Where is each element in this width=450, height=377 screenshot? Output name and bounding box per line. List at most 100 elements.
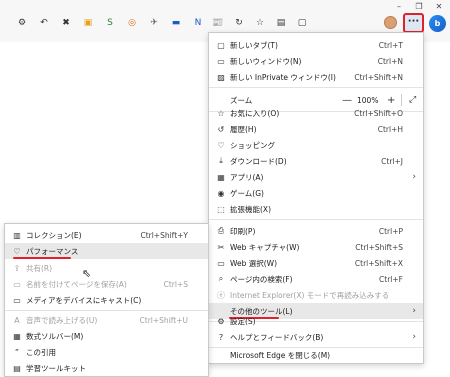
plane-extension-icon[interactable]: ✈	[146, 16, 162, 30]
zoom-in-button[interactable]: +	[387, 95, 395, 106]
submenu-item-collections[interactable]: ▥ コレクション(E) Ctrl+Shift+Y	[5, 227, 208, 243]
menu-item-web-select[interactable]: ▭ Web 選択(W) Ctrl+Shift+X	[209, 255, 423, 271]
download-icon: ⤓	[219, 156, 223, 165]
menu-item-label: ダウンロード(D)	[230, 156, 287, 166]
menu-item-new-window[interactable]: ▭ 新しいウィンドウ(N) Ctrl+N	[209, 53, 423, 69]
menu-divider	[209, 219, 423, 220]
menu-item-label: 学習ツールキット	[26, 363, 86, 373]
n-extension-icon[interactable]: N	[190, 16, 206, 30]
menu-item-extensions[interactable]: ⬚ 拡張機能(X)	[209, 201, 423, 217]
help-icon: ?	[218, 332, 224, 342]
menu-item-label: 数式ソルバー(M)	[26, 331, 84, 341]
web-capture-icon: ✂	[217, 242, 225, 252]
zoom-level: 100%	[357, 95, 379, 105]
menu-item-settings[interactable]: ⚙ 設定(S)	[209, 313, 423, 329]
extensions-icon: ⬚	[217, 204, 225, 214]
x-extension-icon[interactable]: ✖	[58, 16, 74, 30]
menu-item-label: メディアをデバイスにキャスト(C)	[26, 295, 142, 305]
menu-divider	[5, 310, 208, 311]
favorites-icon[interactable]: ☆	[252, 16, 268, 30]
circle-extension-icon[interactable]: ◎	[124, 16, 140, 30]
menu-item-web-capture[interactable]: ✂ Web キャプチャ(W) Ctrl+Shift+S	[209, 239, 423, 255]
settings-extension-icon[interactable]: ⚙	[14, 16, 30, 30]
menu-item-label: 新しい InPrivate ウィンドウ(I)	[230, 72, 336, 82]
quote-icon: ”	[14, 347, 20, 357]
chevron-right-icon: ›	[412, 332, 416, 342]
minimize-icon[interactable]: –	[393, 2, 405, 12]
menu-item-shortcut: Ctrl+N	[377, 56, 403, 66]
menu-item-shortcut: Ctrl+Shift+N	[354, 72, 403, 82]
menu-item-apps[interactable]: ▦ アプリ(A) ›	[209, 169, 423, 185]
bar-extension-icon[interactable]: ▬	[168, 16, 184, 30]
menu-item-new-inprivate-window[interactable]: ▨ 新しい InPrivate ウィンドウ(I) Ctrl+Shift+N	[209, 69, 423, 85]
menu-item-label: パフォーマンス	[26, 246, 79, 256]
shopping-icon: ♡	[217, 140, 225, 150]
menu-item-shortcut: Ctrl+Shift+X	[354, 258, 403, 268]
menu-item-label: コレクション(E)	[26, 230, 82, 240]
copilot-icon[interactable]: b	[429, 15, 446, 32]
restore-icon[interactable]: ❐	[413, 2, 425, 12]
submenu-item-cast-media[interactable]: ▭ メディアをデバイスにキャスト(C)	[5, 292, 208, 308]
menu-item-help-feedback[interactable]: ? ヘルプとフィードバック(B) ›	[209, 329, 423, 345]
split-screen-icon[interactable]: ▢	[294, 16, 310, 30]
menu-item-label: Web キャプチャ(W)	[230, 242, 300, 252]
menu-item-downloads[interactable]: ⤓ ダウンロード(D) Ctrl+J	[209, 153, 423, 169]
collections-icon: ▥	[13, 230, 21, 240]
menu-item-label: 設定(S)	[230, 316, 256, 326]
share-icon: ⇪	[13, 263, 21, 273]
menu-item-shopping[interactable]: ♡ ショッピング	[209, 137, 423, 153]
menu-item-label: 新しいタブ(T)	[230, 40, 278, 50]
submenu-item-learning-toolkit[interactable]: ▤ 学習ツールキット	[5, 360, 208, 376]
news-extension-icon[interactable]: 📰	[210, 16, 226, 30]
menu-item-label: お気に入り(O)	[230, 108, 280, 118]
menu-item-label: この引用	[26, 347, 56, 357]
menu-item-close-edge[interactable]: Microsoft Edge を閉じる(M)	[209, 347, 423, 363]
more-tools-submenu: ▥ コレクション(E) Ctrl+Shift+Y ♡ パフォーマンス ⇖ ⇪ 共…	[4, 223, 209, 377]
new-window-icon: ▭	[217, 56, 225, 66]
menu-item-games[interactable]: ◉ ゲーム(G)	[209, 185, 423, 201]
bookmark-extension-icon[interactable]: ▣	[80, 16, 96, 30]
save-page-icon: ▭	[13, 279, 21, 289]
menu-item-label: 印刷(P)	[230, 226, 256, 236]
menu-item-history[interactable]: ↺ 履歴(H) Ctrl+H	[209, 121, 423, 137]
menu-item-label: ショッピング	[230, 140, 275, 150]
math-solver-icon: ▦	[13, 331, 21, 341]
web-select-icon: ▭	[217, 258, 225, 268]
heart-pulse-icon: ♡	[13, 246, 21, 256]
zoom-out-button[interactable]: —	[342, 95, 352, 106]
menu-item-label: ページ内の検索(F)	[230, 274, 293, 284]
fullscreen-icon[interactable]: ⤢	[409, 95, 416, 105]
menu-item-find-on-page[interactable]: ⌕ ページ内の検索(F) Ctrl+F	[209, 271, 423, 287]
menu-item-label: 名前を付けてページを保存(A)	[26, 279, 127, 289]
menu-item-label: ヘルプとフィードバック(B)	[230, 332, 324, 342]
menu-item-shortcut: Ctrl+T	[378, 40, 403, 50]
undo-extension-icon[interactable]: ↶	[36, 16, 52, 30]
menu-item-label: 音声で読み上げる(U)	[26, 315, 98, 325]
refresh-extension-icon[interactable]: ↻	[231, 16, 247, 30]
menu-item-shortcut: Ctrl+Shift+Y	[140, 230, 188, 240]
menu-item-label: 新しいウィンドウ(N)	[230, 56, 302, 66]
menu-item-label: 履歴(H)	[230, 124, 257, 134]
collections-icon[interactable]: ▤	[273, 16, 289, 30]
star-icon: ☆	[217, 108, 225, 118]
learning-toolkit-icon: ▤	[13, 363, 21, 373]
submenu-item-math-solver[interactable]: ▦ 数式ソルバー(M)	[5, 328, 208, 344]
cast-icon: ▭	[13, 295, 21, 305]
s-extension-icon[interactable]: S	[102, 16, 118, 30]
menu-item-favorites[interactable]: ☆ お気に入り(O) Ctrl+Shift+O	[209, 105, 423, 121]
gear-icon: ⚙	[217, 316, 225, 326]
menu-item-new-tab[interactable]: ▢ 新しいタブ(T) Ctrl+T	[209, 37, 423, 53]
profile-avatar[interactable]	[384, 16, 397, 29]
find-icon: ⌕	[218, 274, 224, 283]
menu-item-print[interactable]: ⎙ 印刷(P) Ctrl+P	[209, 223, 423, 239]
menu-item-label: ゲーム(G)	[230, 188, 264, 198]
menu-item-shortcut: Ctrl+S	[163, 279, 188, 289]
menu-item-shortcut: Ctrl+F	[379, 274, 403, 284]
settings-and-more-button[interactable]: ···	[403, 13, 424, 33]
menu-item-ie-mode: ⓔ Internet Explorer(X) モードで再読み込みする	[209, 287, 423, 303]
close-window-icon[interactable]: ✕	[433, 2, 445, 12]
games-icon: ◉	[217, 188, 225, 198]
menu-item-label: 共有(R)	[26, 263, 53, 273]
chevron-right-icon: ›	[412, 172, 416, 182]
submenu-item-citation[interactable]: ” この引用	[5, 344, 208, 360]
